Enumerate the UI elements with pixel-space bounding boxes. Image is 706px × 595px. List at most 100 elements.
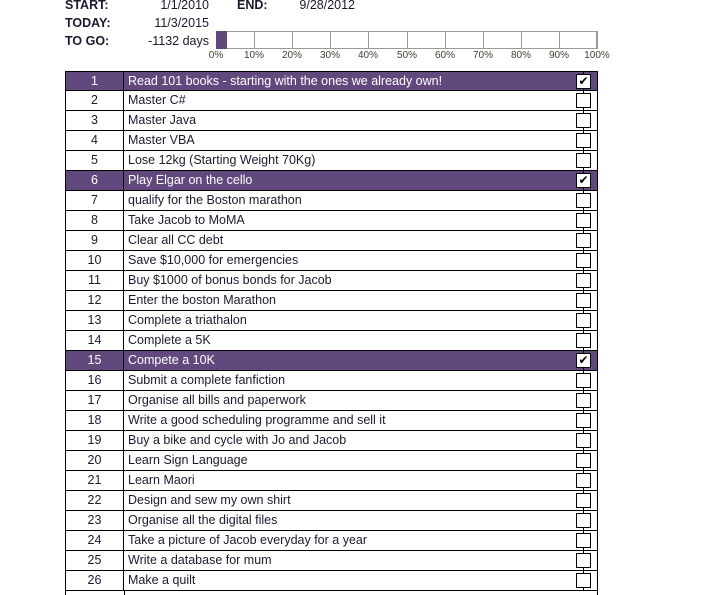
- checkbox-unchecked[interactable]: [576, 553, 591, 568]
- table-row[interactable]: 26 Make a quilt: [65, 571, 598, 591]
- checkbox-unchecked[interactable]: [576, 433, 591, 448]
- table-row[interactable]: 11 Buy $1000 of bonus bonds for Jacob: [65, 271, 598, 291]
- chart-tick-label: 70%: [472, 50, 493, 61]
- checkbox-unchecked[interactable]: [576, 393, 591, 408]
- chart-tick-label: 10%: [243, 50, 264, 61]
- start-value[interactable]: 1/1/2010: [137, 0, 209, 14]
- table-row[interactable]: 18 Write a good scheduling programme and …: [65, 411, 598, 431]
- task-label: Lose 12kg (Starting Weight 70Kg): [124, 151, 598, 170]
- task-number: 15: [65, 351, 124, 370]
- checkbox-unchecked[interactable]: [576, 193, 591, 208]
- checkbox-unchecked[interactable]: [576, 493, 591, 508]
- table-row[interactable]: 16 Submit a complete fanfiction: [65, 371, 598, 391]
- chart-gridline: [407, 31, 408, 49]
- task-label: Read 101 books - starting with the ones …: [124, 72, 598, 90]
- table-row[interactable]: 24 Take a picture of Jacob everyday for a…: [65, 531, 598, 551]
- today-label: TODAY:: [65, 16, 111, 30]
- task-label: Take a picture of Jacob everyday for a y…: [124, 531, 598, 550]
- chart-gridline: [597, 31, 598, 49]
- checkbox-unchecked[interactable]: [576, 93, 591, 108]
- togo-label: TO GO:: [65, 34, 110, 48]
- checkbox-unchecked[interactable]: [576, 273, 591, 288]
- task-number: 16: [65, 371, 124, 390]
- progress-chart: [216, 31, 598, 49]
- table-row[interactable]: 1 Read 101 books - starting with the ones…: [65, 71, 598, 92]
- task-number: 25: [65, 551, 124, 570]
- chart-gridline: [559, 31, 560, 49]
- task-number: 8: [65, 211, 124, 230]
- table-row[interactable]: 10 Save $10,000 for emergencies: [65, 251, 598, 271]
- checkbox-unchecked[interactable]: [576, 153, 591, 168]
- task-number: 24: [65, 531, 124, 550]
- checkbox-unchecked[interactable]: [576, 293, 591, 308]
- task-label: Play Elgar on the cello: [124, 171, 598, 190]
- table-row[interactable]: 23 Organise all the digital files: [65, 511, 598, 531]
- checkbox-unchecked[interactable]: [576, 113, 591, 128]
- checkbox-checked[interactable]: ✔: [576, 173, 591, 188]
- task-label: Design and sew my own shirt: [124, 491, 598, 510]
- checkbox-unchecked[interactable]: [576, 453, 591, 468]
- table-row[interactable]: 17 Organise all bills and paperwork: [65, 391, 598, 411]
- task-label: Master VBA: [124, 131, 598, 150]
- checkbox-checked[interactable]: ✔: [576, 353, 591, 368]
- checkbox-unchecked[interactable]: [576, 413, 591, 428]
- table-row[interactable]: 4 Master VBA: [65, 131, 598, 151]
- task-number: 7: [65, 191, 124, 210]
- task-label: Write a good scheduling programme and se…: [124, 411, 598, 430]
- task-number: 13: [65, 311, 124, 330]
- table-row[interactable]: 5 Lose 12kg (Starting Weight 70Kg): [65, 151, 598, 171]
- task-label: Buy a bike and cycle with Jo and Jacob: [124, 431, 598, 450]
- checkbox-unchecked[interactable]: [576, 213, 591, 228]
- checkbox-unchecked[interactable]: [576, 473, 591, 488]
- checkbox-unchecked[interactable]: [576, 373, 591, 388]
- spreadsheet-goal-tracker: START: 1/1/2010 END: 9/28/2012 TODAY: 11…: [0, 0, 706, 595]
- table-row[interactable]: 3 Master Java: [65, 111, 598, 131]
- checkbox-unchecked[interactable]: [576, 513, 591, 528]
- checkbox-checked[interactable]: ✔: [576, 74, 591, 89]
- task-label: Clear all CC debt: [124, 231, 598, 250]
- chart-tick-labels: 0% 10% 20% 30% 40% 50% 60% 70% 80% 90% 100%: [209, 50, 610, 64]
- task-number: 6: [65, 171, 124, 190]
- chart-tick-label: 100%: [584, 50, 610, 61]
- task-label: Master C#: [124, 91, 598, 110]
- table-row[interactable]: 14 Complete a 5K: [65, 331, 598, 351]
- task-number: 5: [65, 151, 124, 170]
- task-number: 19: [65, 431, 124, 450]
- table-row[interactable]: 20 Learn Sign Language: [65, 451, 598, 471]
- table-row[interactable]: 7 qualify for the Boston marathon: [65, 191, 598, 211]
- checkbox-unchecked[interactable]: [576, 573, 591, 588]
- checkbox-unchecked[interactable]: [576, 533, 591, 548]
- today-value[interactable]: 11/3/2015: [137, 14, 209, 32]
- checkbox-unchecked[interactable]: [576, 133, 591, 148]
- task-number: 18: [65, 411, 124, 430]
- checkbox-unchecked[interactable]: [576, 253, 591, 268]
- table-row[interactable]: 19 Buy a bike and cycle with Jo and Jacob: [65, 431, 598, 451]
- table-row[interactable]: 8 Take Jacob to MoMA: [65, 211, 598, 231]
- task-table: 1 Read 101 books - starting with the ones…: [65, 71, 598, 591]
- table-row[interactable]: 13 Complete a triathalon: [65, 311, 598, 331]
- task-label: Organise all bills and paperwork: [124, 391, 598, 410]
- task-label: qualify for the Boston marathon: [124, 191, 598, 210]
- table-row[interactable]: 2 Master C#: [65, 91, 598, 111]
- end-label: END:: [237, 0, 268, 12]
- checkbox-unchecked[interactable]: [576, 333, 591, 348]
- table-row[interactable]: 12 Enter the boston Marathon: [65, 291, 598, 311]
- task-number: 2: [65, 91, 124, 110]
- task-label: Buy $1000 of bonus bonds for Jacob: [124, 271, 598, 290]
- task-number: 22: [65, 491, 124, 510]
- table-row[interactable]: 21 Learn Maori: [65, 471, 598, 491]
- table-row[interactable]: 6 Play Elgar on the cello ✔: [65, 171, 598, 191]
- checkbox-unchecked[interactable]: [576, 313, 591, 328]
- table-row[interactable]: 25 Write a database for mum: [65, 551, 598, 571]
- table-row[interactable]: 22 Design and sew my own shirt: [65, 491, 598, 511]
- task-number: 14: [65, 331, 124, 350]
- checkbox-unchecked[interactable]: [576, 233, 591, 248]
- task-number: 23: [65, 511, 124, 530]
- table-row[interactable]: 9 Clear all CC debt: [65, 231, 598, 251]
- task-number: 1: [65, 72, 124, 90]
- summary-row-today: TODAY: 11/3/2015: [65, 14, 410, 32]
- togo-value: -1132 days: [148, 34, 209, 48]
- end-value[interactable]: 9/28/2012: [280, 0, 355, 14]
- table-row[interactable]: 15 Compete a 10K ✔: [65, 351, 598, 371]
- chart-gridline: [445, 31, 446, 49]
